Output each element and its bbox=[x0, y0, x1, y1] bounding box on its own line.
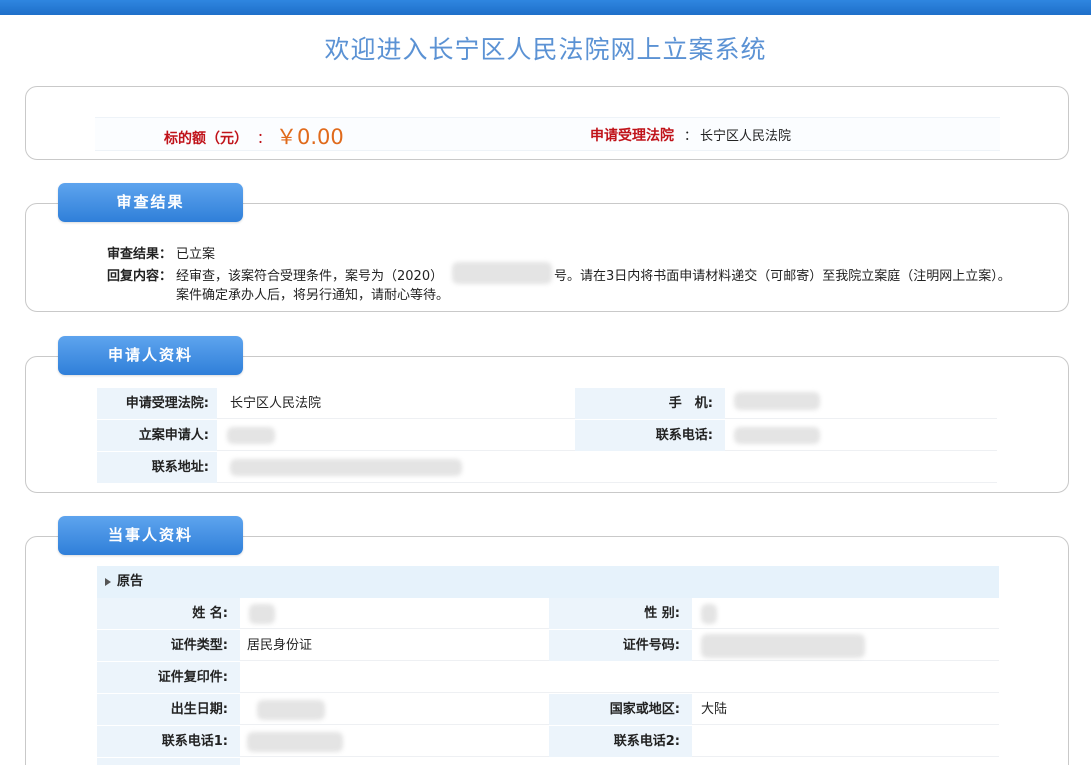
tab-review-result[interactable]: 审查结果 bbox=[58, 183, 243, 222]
id-copy-label: 证件复印件: bbox=[97, 662, 240, 693]
contact-phone-label: 联系电话: bbox=[575, 420, 725, 451]
id-type-value: 居民身份证 bbox=[247, 638, 313, 653]
party-row-6-label-partial bbox=[97, 758, 240, 765]
tab-party-info[interactable]: 当事人资料 bbox=[58, 516, 243, 555]
redacted-name bbox=[249, 604, 275, 624]
court-colon: ： bbox=[684, 129, 698, 144]
filer-label: 立案申请人: bbox=[97, 420, 217, 451]
court-label: 申请受理法院 bbox=[590, 128, 674, 144]
review-result-value: 已立案 bbox=[176, 247, 216, 262]
applicant-row-1: 申请受理法院: 长宁区人民法院 手 机: bbox=[97, 388, 997, 419]
reply-text-part2: 号。请在3日内将书面申请材料递交（可邮寄）至我院立案庭（注明网上立案）。 bbox=[554, 269, 1011, 284]
redacted-phone1 bbox=[247, 732, 343, 752]
reply-text-line2: 案件确定承办人后，将另行通知，请耐心等待。 bbox=[176, 288, 450, 303]
birth-date-label: 出生日期: bbox=[97, 694, 240, 725]
address-label: 联系地址: bbox=[97, 452, 217, 483]
amount-value: ￥0.00 bbox=[276, 125, 344, 149]
amount-label: 标的额（元） bbox=[164, 131, 248, 147]
redacted-case-number bbox=[452, 262, 552, 284]
court-value: 长宁区人民法院 bbox=[700, 129, 792, 144]
expand-triangle-icon[interactable] bbox=[105, 578, 111, 586]
region-label: 国家或地区: bbox=[549, 694, 692, 725]
mobile-label: 手 机: bbox=[575, 388, 725, 419]
party-row-2: 证件类型: 居民身份证 证件号码: bbox=[97, 630, 999, 661]
plaintiff-section-title: 原告 bbox=[117, 574, 144, 589]
phone1-label: 联系电话1: bbox=[97, 726, 240, 757]
amount-colon: ： bbox=[257, 131, 271, 147]
region-value: 大陆 bbox=[701, 702, 728, 717]
applicant-row-3: 联系地址: bbox=[97, 452, 997, 483]
redacted-id-number bbox=[701, 634, 865, 658]
redacted-mobile bbox=[734, 392, 820, 410]
redacted-gender bbox=[701, 604, 717, 624]
tab-applicant-info[interactable]: 申请人资料 bbox=[58, 336, 243, 375]
id-number-label: 证件号码: bbox=[549, 630, 692, 661]
top-header-bar bbox=[0, 0, 1091, 15]
party-row-4: 出生日期: 国家或地区: 大陆 bbox=[97, 694, 999, 725]
plaintiff-section-header[interactable]: 原告 bbox=[97, 566, 999, 598]
applicant-court-label: 申请受理法院: bbox=[97, 388, 217, 419]
phone2-label: 联系电话2: bbox=[549, 726, 692, 757]
applicant-court-value: 长宁区人民法院 bbox=[230, 396, 322, 411]
redacted-filer bbox=[227, 427, 275, 444]
redacted-contact-phone bbox=[734, 427, 820, 444]
party-row-1: 姓 名: 性 别: bbox=[97, 598, 999, 629]
redacted-address bbox=[230, 459, 462, 476]
review-result-label: 审查结果： bbox=[107, 247, 173, 262]
party-row-5: 联系电话1: 联系电话2: bbox=[97, 726, 999, 757]
reply-text-part1: 经审查，该案符合受理条件，案号为（2020） bbox=[176, 269, 444, 284]
gender-label: 性 别: bbox=[549, 598, 692, 629]
reply-label: 回复内容： bbox=[107, 269, 173, 284]
name-label: 姓 名: bbox=[97, 598, 240, 629]
applicant-row-2: 立案申请人: 联系电话: bbox=[97, 420, 997, 451]
page-title: 欢迎进入长宁区人民法院网上立案系统 bbox=[324, 35, 767, 64]
id-type-label: 证件类型: bbox=[97, 630, 240, 661]
redacted-birth-date bbox=[257, 700, 325, 720]
party-row-3: 证件复印件: bbox=[97, 662, 999, 693]
